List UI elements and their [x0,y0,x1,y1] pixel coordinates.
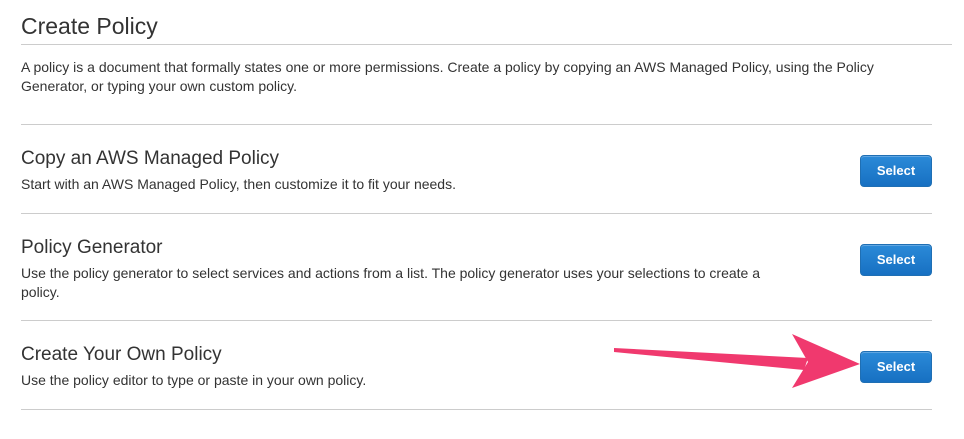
pointer-arrow-icon [614,334,860,388]
create-policy-page: Create Policy A policy is a document tha… [0,0,964,439]
page-intro: A policy is a document that formally sta… [21,59,874,94]
divider [21,213,932,214]
option-description: Start with an AWS Managed Policy, then c… [21,176,456,192]
divider [21,320,932,321]
option-description: Use the policy generator to select servi… [21,265,760,300]
page-title: Create Policy [21,13,158,39]
option-title: Policy Generator [21,237,163,258]
divider [21,124,932,125]
select-policy-generator-button[interactable]: Select [860,244,932,276]
select-create-own-policy-button[interactable]: Select [860,351,932,383]
option-copy-managed-policy: Copy an AWS Managed Policy Start with an… [21,147,932,203]
option-title: Copy an AWS Managed Policy [21,148,280,169]
option-title: Create Your Own Policy [21,344,222,365]
divider [21,409,932,410]
title-divider [21,44,952,45]
select-copy-managed-policy-button[interactable]: Select [860,155,932,187]
option-policy-generator: Policy Generator Use the policy generato… [21,236,932,308]
